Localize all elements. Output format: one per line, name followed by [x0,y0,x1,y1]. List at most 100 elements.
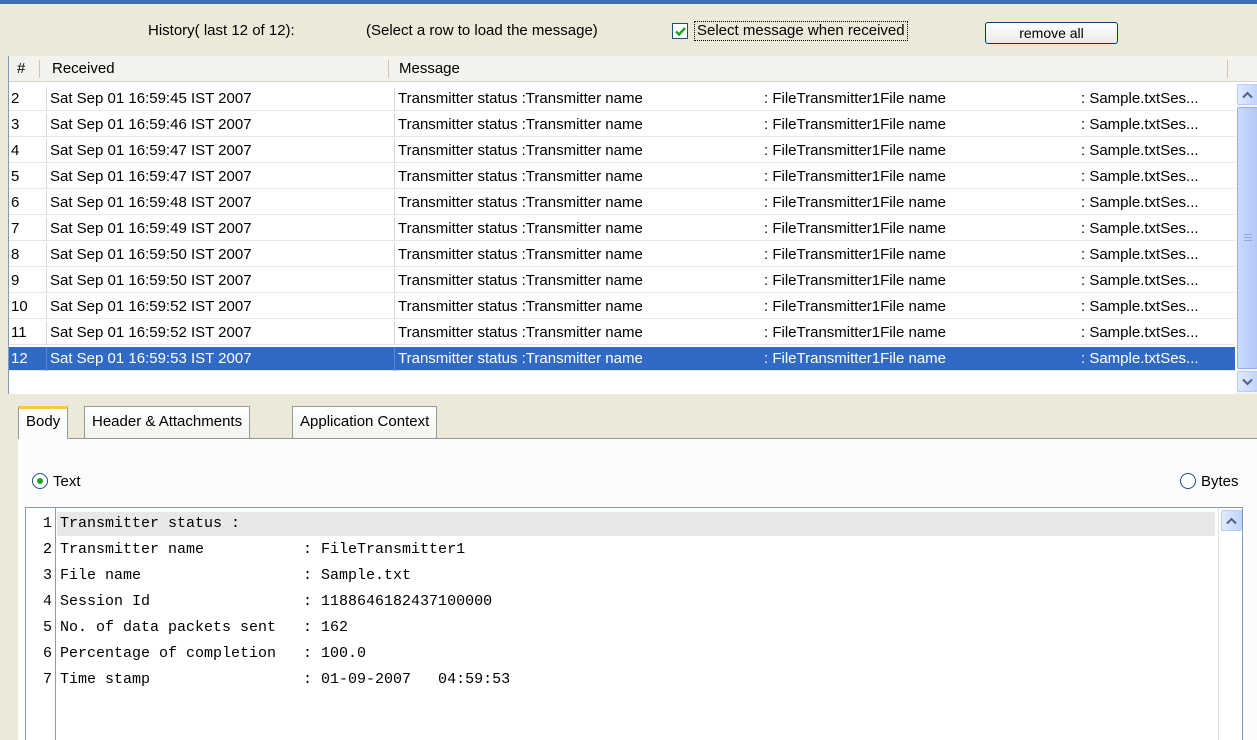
message-cell: Transmitter status :Transmitter name [394,321,759,345]
line-number: 5 [42,619,52,636]
code-line[interactable]: Transmitter name : FileTransmitter1 [57,538,1215,562]
message-body-editor[interactable]: 1 2 3 4 5 6 7 Transmitter status : Transmitter … [25,507,1243,740]
text-radio-label[interactable]: Text [53,473,81,490]
select-when-received-option[interactable]: Select message when received [672,20,908,42]
table-row[interactable]: 4 Sat Sep 01 16:59:47 IST 2007 Transmitter… [9,139,1235,163]
message-cell: : FileTransmitter1File name [764,90,946,107]
thumb-grip [1244,234,1252,235]
tab-header-attachments[interactable]: Header & Attachments [84,406,251,438]
message-cell: Transmitter status :Transmitter name [394,87,759,111]
editor-vertical-scrollbar[interactable] [1218,508,1242,740]
text-format-option[interactable]: Text [32,470,81,492]
bytes-radio[interactable] [1180,473,1196,489]
received-cell: Sat Sep 01 16:59:45 IST 2007 [46,87,386,111]
tab-application-context[interactable]: Application Context [292,406,438,438]
message-cell: : FileTransmitter1File name [764,350,946,367]
message-cell: : FileTransmitter1File name [764,168,946,185]
column-header-number[interactable]: # [17,56,25,82]
message-cell: : FileTransmitter1File name [764,324,946,341]
scroll-down-button[interactable] [1237,371,1257,392]
table-header: # Received Message [9,56,1257,82]
column-header-message[interactable]: Message [393,56,460,82]
message-cell: Transmitter status :Transmitter name [394,295,759,319]
history-table: # Received Message 2 Sat Sep 01 16:59:45 … [8,56,1257,394]
received-cell: Sat Sep 01 16:59:46 IST 2007 [46,113,386,137]
row-number: 12 [11,350,28,367]
received-cell: Sat Sep 01 16:59:47 IST 2007 [46,139,386,163]
row-number: 9 [11,272,20,289]
row-number: 6 [11,194,20,211]
column-divider[interactable] [39,60,40,78]
select-when-received-checkbox[interactable] [672,23,688,39]
table-row[interactable]: 6 Sat Sep 01 16:59:48 IST 2007 Transmitter… [9,191,1235,215]
table-row[interactable]: 2 Sat Sep 01 16:59:45 IST 2007 Transmitter… [9,87,1235,111]
code-line[interactable]: Percentage of completion : 100.0 [57,642,1215,666]
line-number: 6 [42,645,52,662]
scroll-up-button[interactable] [1237,84,1257,105]
table-row[interactable]: 10 Sat Sep 01 16:59:52 IST 2007 Transmitte… [9,295,1235,319]
message-cell: Transmitter status :Transmitter name [394,217,759,241]
history-hint: (Select a row to load the message) [366,22,598,39]
code-line[interactable]: No. of data packets sent : 162 [57,616,1215,640]
table-row[interactable]: 3 Sat Sep 01 16:59:46 IST 2007 Transmitter… [9,113,1235,137]
tab-body[interactable]: Body [18,406,69,439]
bytes-radio-label[interactable]: Bytes [1201,473,1239,490]
thumb-grip [1244,237,1252,238]
column-header-received[interactable]: Received [46,56,115,82]
table-row[interactable]: 9 Sat Sep 01 16:59:50 IST 2007 Transmitter… [9,269,1235,293]
table-vertical-scrollbar[interactable] [1237,84,1257,394]
message-cell: : Sample.txtSes... [1081,272,1199,289]
column-divider[interactable] [1227,60,1228,78]
select-when-received-label[interactable]: Select message when received [694,21,908,41]
column-divider[interactable] [388,60,389,78]
table-row[interactable]: 12 Sat Sep 01 16:59:53 IST 2007 Transmitte… [9,347,1235,371]
chevron-up-icon [1226,517,1237,524]
message-cell: : Sample.txtSes... [1081,324,1199,341]
received-cell: Sat Sep 01 16:59:53 IST 2007 [46,347,386,371]
message-cell: : FileTransmitter1File name [764,142,946,159]
message-cell: : Sample.txtSes... [1081,350,1199,367]
table-row[interactable]: 11 Sat Sep 01 16:59:52 IST 2007 Transmitte… [9,321,1235,345]
message-cell: Transmitter status :Transmitter name [394,191,759,215]
message-cell: : Sample.txtSes... [1081,194,1199,211]
line-number-gutter: 1 2 3 4 5 6 7 [26,508,56,740]
tab-strip-border [18,438,1257,439]
code-line[interactable]: File name : Sample.txt [57,564,1215,588]
editor-scroll-up-button[interactable] [1221,510,1242,531]
row-number: 7 [11,220,20,237]
code-line[interactable]: Session Id : 1188646182437100000 [57,590,1215,614]
line-number: 2 [42,541,52,558]
line-number: 3 [42,567,52,584]
line-number: 7 [42,671,52,688]
row-number: 3 [11,116,20,133]
message-cell: Transmitter status :Transmitter name [394,347,759,371]
table-row[interactable]: 5 Sat Sep 01 16:59:47 IST 2007 Transmitter… [9,165,1235,189]
message-cell: : FileTransmitter1File name [764,246,946,263]
text-radio[interactable] [32,473,48,489]
message-cell: : Sample.txtSes... [1081,142,1199,159]
row-number: 11 [11,324,27,341]
bytes-format-option[interactable]: Bytes [1180,470,1239,492]
code-line[interactable]: Transmitter status : [57,512,1215,536]
row-number: 2 [11,90,20,107]
table-row[interactable]: 8 Sat Sep 01 16:59:50 IST 2007 Transmitter… [9,243,1235,267]
chevron-down-icon [1242,378,1253,385]
received-cell: Sat Sep 01 16:59:49 IST 2007 [46,217,386,241]
window-top-edge [0,0,1257,4]
message-cell: : Sample.txtSes... [1081,168,1199,185]
message-cell: Transmitter status :Transmitter name [394,139,759,163]
received-cell: Sat Sep 01 16:59:52 IST 2007 [46,321,386,345]
table-row[interactable]: 7 Sat Sep 01 16:59:49 IST 2007 Transmitter… [9,217,1235,241]
message-cell: Transmitter status :Transmitter name [394,269,759,293]
thumb-grip [1244,240,1252,241]
message-cell: : FileTransmitter1File name [764,298,946,315]
message-cell: Transmitter status :Transmitter name [394,113,759,137]
history-title: History( last 12 of 12): [148,22,295,39]
received-cell: Sat Sep 01 16:59:47 IST 2007 [46,165,386,189]
message-cell: : Sample.txtSes... [1081,246,1199,263]
remove-all-button[interactable]: remove all [985,22,1118,44]
message-cell: : FileTransmitter1File name [764,220,946,237]
line-number: 4 [42,593,52,610]
scroll-thumb[interactable] [1237,107,1257,369]
code-line[interactable]: Time stamp : 01-09-2007 04:59:53 [57,668,1215,692]
